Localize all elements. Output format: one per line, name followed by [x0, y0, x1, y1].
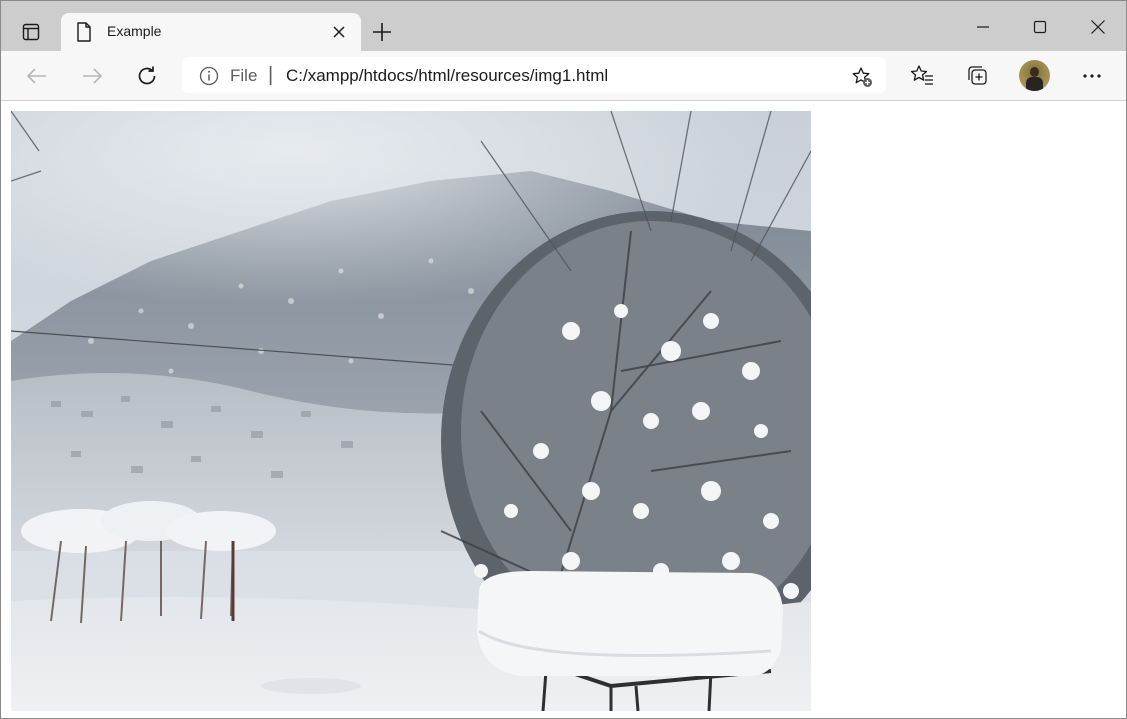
tab-strip: Example: [1, 1, 1126, 51]
page-content: [1, 101, 1126, 718]
tab-title: Example: [107, 23, 162, 39]
url-text[interactable]: C:/xampp/htdocs/html/resources/img1.html: [286, 66, 608, 86]
arrow-right-icon[interactable]: [79, 63, 105, 89]
browser-window: Example File | C:/xampp/htdocs/html/reso…: [0, 0, 1127, 719]
maximize-icon[interactable]: [1025, 13, 1055, 41]
document-icon: [75, 21, 93, 43]
window-close-icon[interactable]: [1083, 13, 1113, 41]
info-icon[interactable]: [199, 66, 219, 86]
plus-icon[interactable]: [371, 21, 393, 43]
favorites-icon[interactable]: [909, 63, 935, 89]
navigation-toolbar: File | C:/xampp/htdocs/html/resources/im…: [1, 51, 1126, 101]
more-icon[interactable]: [1079, 63, 1105, 89]
close-icon[interactable]: [331, 24, 347, 40]
tab-active[interactable]: Example: [61, 13, 361, 51]
minimize-icon[interactable]: [968, 13, 998, 41]
arrow-left-icon[interactable]: [24, 63, 50, 89]
address-bar[interactable]: File | C:/xampp/htdocs/html/resources/im…: [182, 57, 886, 93]
star-add-icon[interactable]: [850, 65, 874, 89]
collections-icon[interactable]: [964, 63, 990, 89]
snow-landscape-image: [11, 111, 811, 711]
scheme-separator: |: [268, 64, 274, 86]
avatar[interactable]: [1019, 60, 1050, 91]
tab-actions-icon[interactable]: [14, 17, 48, 47]
refresh-icon[interactable]: [134, 63, 160, 89]
scheme-label: File: [230, 66, 258, 85]
